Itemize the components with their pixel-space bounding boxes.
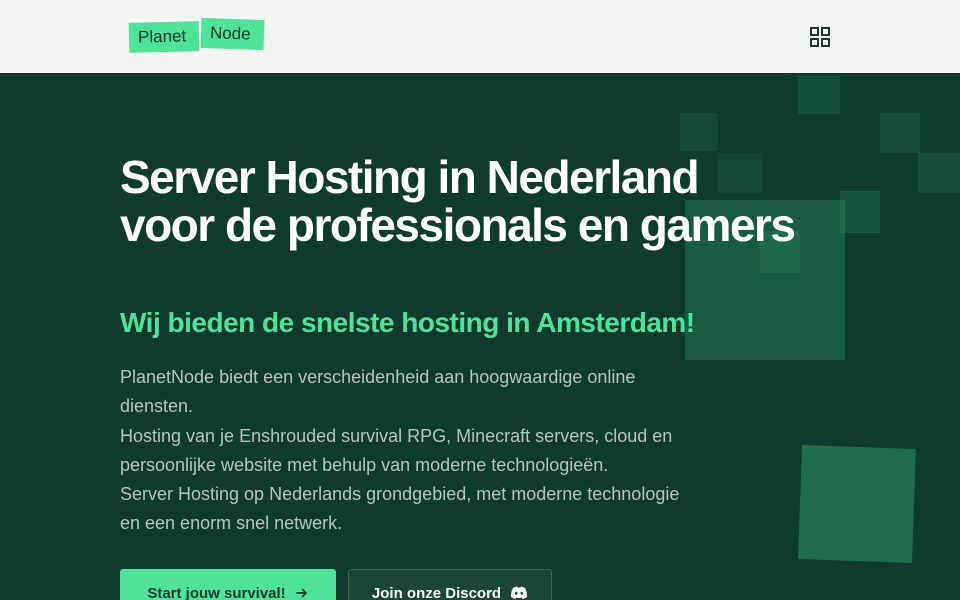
hero-section: Server Hosting in Nederland voor de prof…: [0, 73, 960, 600]
decor-square: [798, 76, 840, 114]
arrow-right-icon: [295, 586, 309, 600]
join-discord-button[interactable]: Join onze Discord: [348, 569, 552, 600]
decor-square: [798, 445, 916, 563]
decor-square: [880, 113, 920, 153]
logo-part-planet: Planet: [128, 21, 200, 53]
grid-menu-icon[interactable]: [808, 25, 832, 49]
discord-icon: [510, 586, 528, 600]
decor-square: [918, 153, 960, 193]
join-discord-label: Join onze Discord: [371, 584, 502, 600]
decor-square: [840, 191, 880, 233]
hero-description: PlanetNode biedt een verscheidenheid aan…: [120, 363, 695, 539]
logo-part-node: Node: [200, 17, 265, 51]
hero-subtitle: Wij bieden de snelste hosting in Amsterd…: [120, 307, 695, 338]
start-survival-label: Start jouw survival!: [147, 584, 286, 600]
hero-title: Server Hosting in Nederland voor de prof…: [120, 151, 796, 251]
decor-square: [680, 113, 718, 151]
description-line: PlanetNode biedt een verscheidenheid aan…: [120, 367, 636, 417]
site-header: Planet Node: [0, 0, 960, 73]
description-line: Server Hosting op Nederlands grondgebied…: [120, 484, 680, 534]
description-line: Hosting van je Enshrouded survival RPG, …: [120, 425, 673, 475]
start-survival-button[interactable]: Start jouw survival!: [120, 569, 336, 600]
